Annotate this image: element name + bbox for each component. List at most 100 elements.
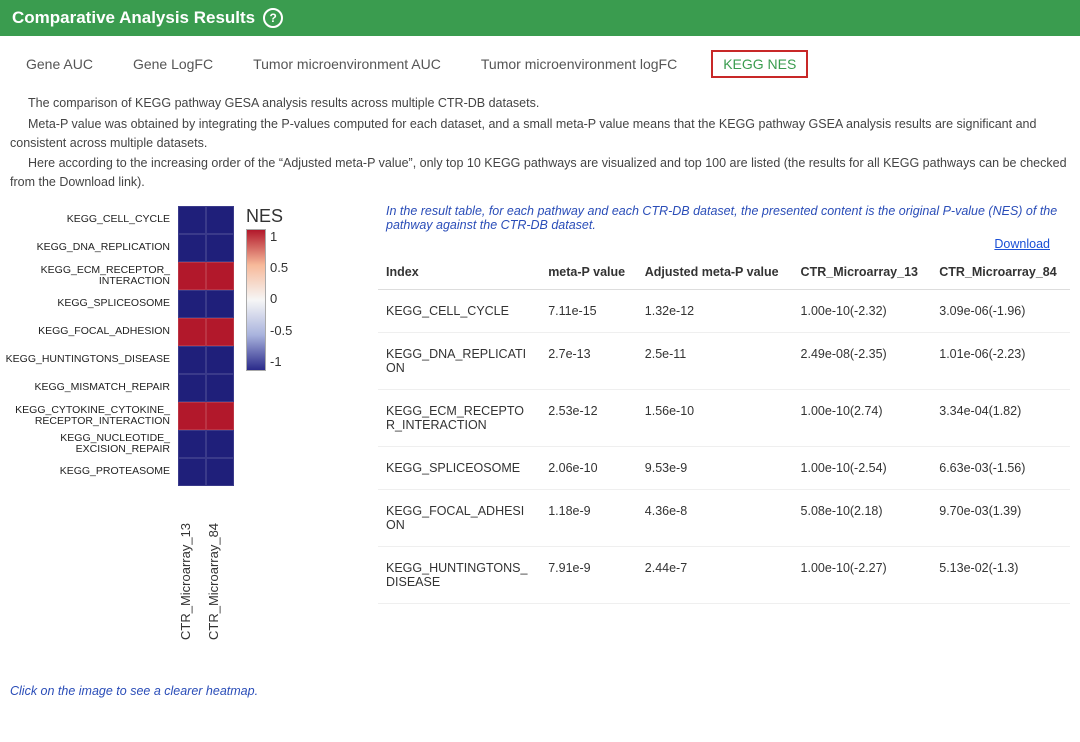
- legend-tick: -1: [270, 354, 292, 369]
- cell: 4.36e-8: [637, 489, 793, 546]
- cell: 9.53e-9: [637, 446, 793, 489]
- table-row: KEGG_DNA_REPLICATION2.7e-132.5e-112.49e-…: [378, 332, 1070, 389]
- cell: 1.56e-10: [637, 389, 793, 446]
- tab-tumor-microenvironment-logfc[interactable]: Tumor microenvironment logFC: [475, 52, 683, 76]
- cell: 0.00000106: [637, 603, 793, 615]
- heatmap-legend: NES 1 0.5 0 -0.5 -1: [246, 206, 292, 371]
- heatmap-cell: [206, 458, 234, 486]
- cell: 1.00e-10(-2.27): [793, 546, 932, 603]
- heatmap-cell: [178, 430, 206, 458]
- cell: 1.32e-12: [637, 289, 793, 332]
- heatmap-cell: [206, 346, 234, 374]
- heatmap-row-label: KEGG_ECM_RECEPTOR_ INTERACTION: [10, 262, 170, 290]
- table-row: KEGG_SPLICEOSOME2.06e-109.53e-91.00e-10(…: [378, 446, 1070, 489]
- results-table: Indexmeta-P valueAdjusted meta-P valueCT…: [378, 255, 1070, 615]
- table-header-row: Indexmeta-P valueAdjusted meta-P valueCT…: [378, 255, 1070, 290]
- heatmap-cell: [206, 318, 234, 346]
- heatmap-cell: [178, 458, 206, 486]
- description-block: The comparison of KEGG pathway GESA anal…: [0, 94, 1080, 200]
- cell: 9.70e-03(1.39): [931, 489, 1070, 546]
- heatmap-row-labels: KEGG_CELL_CYCLEKEGG_DNA_REPLICATIONKEGG_…: [10, 206, 170, 486]
- help-icon[interactable]: ?: [263, 8, 283, 28]
- legend-tick: -0.5: [270, 323, 292, 338]
- cell: 6.43e-06(-2.2): [793, 603, 932, 615]
- heatmap-row-label: KEGG_CELL_CYCLE: [67, 206, 170, 234]
- tab-gene-logfc[interactable]: Gene LogFC: [127, 52, 219, 76]
- tab-tumor-microenvironment-auc[interactable]: Tumor microenvironment AUC: [247, 52, 447, 76]
- heatmap-cell: [178, 318, 206, 346]
- results-table-wrapper[interactable]: Indexmeta-P valueAdjusted meta-P valueCT…: [378, 255, 1070, 615]
- heatmap-col-label: CTR_Microarray_84: [206, 490, 234, 644]
- heatmap-cell: [178, 374, 206, 402]
- table-row: KEGG_ECM_RECEPTOR_INTERACTION2.53e-121.5…: [378, 389, 1070, 446]
- heatmap-cell: [178, 290, 206, 318]
- heatmap-cell: [178, 262, 206, 290]
- heatmap-cell: [206, 290, 234, 318]
- col-header: Adjusted meta-P value: [637, 255, 793, 290]
- legend-ticks: 1 0.5 0 -0.5 -1: [270, 229, 292, 369]
- heatmap-cell: [206, 430, 234, 458]
- tab-gene-auc[interactable]: Gene AUC: [20, 52, 99, 76]
- cell: 7.11e-15: [540, 289, 637, 332]
- page-title: Comparative Analysis Results: [12, 8, 255, 28]
- legend-tick: 1: [270, 229, 292, 244]
- cell: 1.18e-9: [540, 489, 637, 546]
- cell: 1.00e-10(-2.32): [793, 289, 932, 332]
- cell: 2.44e-7: [637, 546, 793, 603]
- cell: KEGG_MISMATCH_REPAIR: [378, 603, 540, 615]
- heatmap-row-label: KEGG_DNA_REPLICATION: [37, 234, 170, 262]
- legend-tick: 0: [270, 291, 292, 306]
- cell: KEGG_HUNTINGTONS_DISEASE: [378, 546, 540, 603]
- col-header: CTR_Microarray_84: [931, 255, 1070, 290]
- col-header: meta-P value: [540, 255, 637, 290]
- heatmap-col-labels: CTR_Microarray_13CTR_Microarray_84: [178, 490, 234, 644]
- cell: 6.25e-04(-1.87): [931, 603, 1070, 615]
- cell: 7.91e-9: [540, 546, 637, 603]
- cell: 2.53e-12: [540, 389, 637, 446]
- heatmap-row-label: KEGG_NUCLEOTIDE_ EXCISION_REPAIR: [10, 430, 170, 458]
- cell: 2.7e-13: [540, 332, 637, 389]
- cell: 3.09e-06(-1.96): [931, 289, 1070, 332]
- cell: 1.00e-10(2.74): [793, 389, 932, 446]
- heatmap-grid: [178, 206, 234, 486]
- heatmap-row-label: KEGG_CYTOKINE_CYTOKINE_ RECEPTOR_INTERAC…: [10, 402, 170, 430]
- heatmap-row-label: KEGG_FOCAL_ADHESION: [38, 318, 170, 346]
- download-link[interactable]: Download: [994, 237, 1050, 251]
- cell: KEGG_FOCAL_ADHESION: [378, 489, 540, 546]
- table-row: KEGG_FOCAL_ADHESION1.18e-94.36e-85.08e-1…: [378, 489, 1070, 546]
- cell: 3.34e-04(1.82): [931, 389, 1070, 446]
- heatmap-cell: [178, 234, 206, 262]
- cell: 2.5e-11: [637, 332, 793, 389]
- description-p3: Here according to the increasing order o…: [10, 154, 1070, 192]
- legend-tick: 0.5: [270, 260, 292, 275]
- heatmap-cell: [206, 262, 234, 290]
- tab-kegg-nes[interactable]: KEGG NES: [711, 50, 808, 78]
- col-header: Index: [378, 255, 540, 290]
- heatmap-cell: [178, 402, 206, 430]
- heatmap-footnote: Click on the image to see a clearer heat…: [0, 644, 1080, 708]
- heatmap-cell: [206, 374, 234, 402]
- cell: 4.01e-8: [540, 603, 637, 615]
- legend-colorbar: [246, 229, 266, 371]
- table-row: KEGG_HUNTINGTONS_DISEASE7.91e-92.44e-71.…: [378, 546, 1070, 603]
- table-row: KEGG_MISMATCH_REPAIR4.01e-80.000001066.4…: [378, 603, 1070, 615]
- cell: 1.01e-06(-2.23): [931, 332, 1070, 389]
- cell: KEGG_ECM_RECEPTOR_INTERACTION: [378, 389, 540, 446]
- description-p1: The comparison of KEGG pathway GESA anal…: [10, 94, 1070, 113]
- cell: 2.49e-08(-2.35): [793, 332, 932, 389]
- tab-bar: Gene AUC Gene LogFC Tumor microenvironment…: [0, 36, 1080, 92]
- cell: 5.13e-02(-1.3): [931, 546, 1070, 603]
- heatmap-row-label: KEGG_HUNTINGTONS_DISEASE: [10, 346, 170, 374]
- heatmap-row-label: KEGG_SPLICEOSOME: [57, 290, 170, 318]
- heatmap-cell: [206, 402, 234, 430]
- table-body: KEGG_CELL_CYCLE7.11e-151.32e-121.00e-10(…: [378, 289, 1070, 615]
- legend-title: NES: [246, 206, 283, 227]
- table-note: In the result table, for each pathway an…: [378, 200, 1070, 236]
- heatmap-row-label: KEGG_MISMATCH_REPAIR: [34, 374, 170, 402]
- cell: 1.00e-10(-2.54): [793, 446, 932, 489]
- col-header: CTR_Microarray_13: [793, 255, 932, 290]
- heatmap-panel[interactable]: KEGG_CELL_CYCLEKEGG_DNA_REPLICATIONKEGG_…: [10, 200, 360, 644]
- cell: KEGG_DNA_REPLICATION: [378, 332, 540, 389]
- cell: 6.63e-03(-1.56): [931, 446, 1070, 489]
- heatmap-cell: [178, 206, 206, 234]
